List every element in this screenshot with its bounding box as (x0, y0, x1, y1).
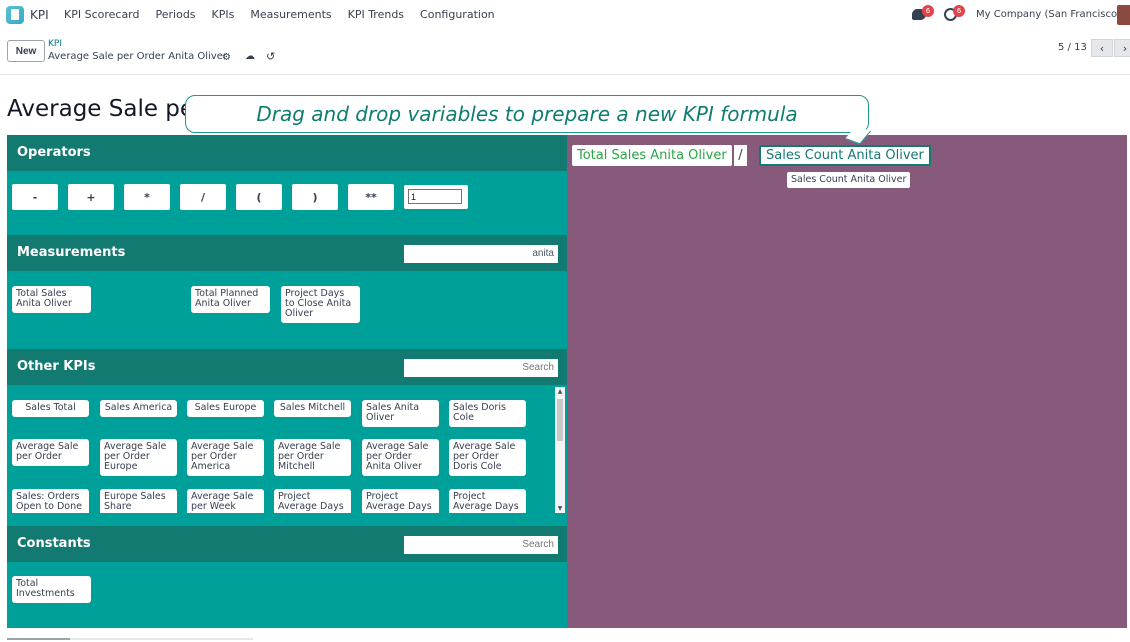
other-kpis-list: Sales Total Sales America Sales Europe S… (7, 387, 553, 513)
kpi-chip[interactable]: Average Sale per Order America (187, 439, 264, 476)
pager-value[interactable]: 5 / 13 (1058, 42, 1087, 53)
activities-badge: 6 (953, 5, 965, 17)
other-kpis-scrollbar[interactable]: ▲ ▼ (555, 387, 565, 513)
menu-periods[interactable]: Periods (156, 8, 196, 21)
new-button[interactable]: New (7, 40, 45, 62)
operator-plus[interactable]: + (68, 184, 114, 210)
menu-kpi-scorecard[interactable]: KPI Scorecard (64, 8, 140, 21)
constants-title: Constants (17, 536, 91, 551)
scroll-thumb[interactable] (557, 399, 563, 441)
operators-title: Operators (17, 145, 91, 160)
scroll-down-icon[interactable]: ▼ (555, 504, 565, 513)
operator-close-paren[interactable]: ) (292, 184, 338, 210)
scroll-up-icon[interactable]: ▲ (555, 387, 565, 396)
formula-drop-zone[interactable]: Total Sales Anita Oliver / Sales Count A… (567, 135, 1127, 628)
operator-open-paren[interactable]: ( (236, 184, 282, 210)
breadcrumb-parent[interactable]: KPI (48, 39, 62, 49)
measurements-title: Measurements (17, 245, 126, 260)
kpi-chip[interactable]: Sales Mitchell (274, 400, 351, 417)
user-avatar[interactable] (1117, 5, 1130, 25)
measurements-header: Measurements (7, 235, 567, 271)
kpi-chip[interactable]: Europe Sales Share (100, 489, 177, 513)
constants-search-input[interactable] (404, 536, 558, 554)
operators-header: Operators (7, 135, 567, 171)
operator-multiply[interactable]: * (124, 184, 170, 210)
menu-measurements[interactable]: Measurements (250, 8, 331, 21)
kpi-chip[interactable]: Average Sale per Order (12, 439, 89, 466)
kpi-chip[interactable]: Average Sale per Order Anita Oliver (362, 439, 439, 476)
kpi-chip[interactable]: Sales Total (12, 400, 89, 417)
constants-header: Constants (7, 526, 567, 562)
operand-hover-tooltip: Sales Count Anita Oliver (787, 172, 911, 188)
company-switcher[interactable]: My Company (San Francisco) (976, 9, 1121, 20)
kpi-chip[interactable]: Project Average Days (449, 489, 526, 513)
kpi-chip[interactable]: Sales: Orders Open to Done (12, 489, 89, 513)
formula-operand-right[interactable]: Sales Count Anita Oliver (759, 145, 931, 166)
gear-icon[interactable]: ⚙ (222, 52, 231, 63)
pager-next-button[interactable]: › (1114, 39, 1130, 57)
measurement-chip[interactable]: Total Sales Anita Oliver (12, 286, 91, 313)
messages-badge: 6 (922, 5, 934, 17)
tooltip-text: Drag and drop variables to prepare a new… (256, 102, 798, 126)
page-title: Average Sale pe (7, 96, 195, 122)
variables-panel: Operators - + * / ( ) ** Measurements To… (7, 135, 567, 628)
operator-power[interactable]: ** (348, 184, 394, 210)
menu-configuration[interactable]: Configuration (420, 8, 495, 21)
discard-icon[interactable]: ↺ (266, 50, 275, 63)
menu-kpi-trends[interactable]: KPI Trends (348, 8, 404, 21)
kpi-chip[interactable]: Average Sale per Order Doris Cole (449, 439, 526, 476)
operator-minus[interactable]: - (12, 184, 58, 210)
measurement-chip[interactable]: Project Days to Close Anita Oliver (281, 286, 360, 323)
kpi-chip[interactable]: Sales America (100, 400, 177, 417)
control-divider (0, 74, 1130, 75)
top-navbar: KPI KPI Scorecard Periods KPIs Measureme… (0, 0, 1130, 32)
constant-number-chip[interactable] (404, 185, 468, 209)
breadcrumb-current: Average Sale per Order Anita Oliver (48, 51, 228, 62)
other-kpis-title: Other KPIs (17, 359, 96, 374)
save-cloud-icon[interactable]: ☁ (245, 51, 255, 62)
app-icon[interactable] (6, 6, 24, 24)
operator-divide[interactable]: / (180, 184, 226, 210)
main-menu: KPI Scorecard Periods KPIs Measurements … (64, 8, 495, 21)
measurement-chip[interactable]: Total Planned Anita Oliver (191, 286, 270, 313)
menu-kpis[interactable]: KPIs (212, 8, 235, 21)
kpi-chip[interactable]: Project Average Days (274, 489, 351, 513)
kpi-chip[interactable]: Sales Doris Cole (449, 400, 526, 427)
constant-number-input[interactable] (408, 189, 462, 204)
formula-operator[interactable]: / (734, 145, 747, 166)
formula-help-tooltip: Drag and drop variables to prepare a new… (185, 95, 869, 133)
constant-chip[interactable]: Total Investments (12, 576, 91, 603)
kpi-chip[interactable]: Average Sale per Order Europe (100, 439, 177, 476)
measurements-search-input[interactable] (404, 245, 558, 263)
kpi-chip[interactable]: Average Sale per Order Mitchell (274, 439, 351, 476)
bottom-tabs-line (7, 638, 253, 640)
other-kpis-header: Other KPIs (7, 349, 567, 385)
kpi-chip[interactable]: Sales Europe (187, 400, 264, 417)
other-kpis-search-input[interactable] (404, 359, 558, 377)
app-name[interactable]: KPI (30, 8, 49, 22)
kpi-chip[interactable]: Project Average Days (362, 489, 439, 513)
kpi-chip[interactable]: Average Sale per Week (187, 489, 264, 513)
kpi-chip[interactable]: Sales Anita Oliver (362, 400, 439, 427)
formula-operand-left[interactable]: Total Sales Anita Oliver (572, 145, 732, 166)
pager-prev-button[interactable]: ‹ (1091, 39, 1113, 57)
